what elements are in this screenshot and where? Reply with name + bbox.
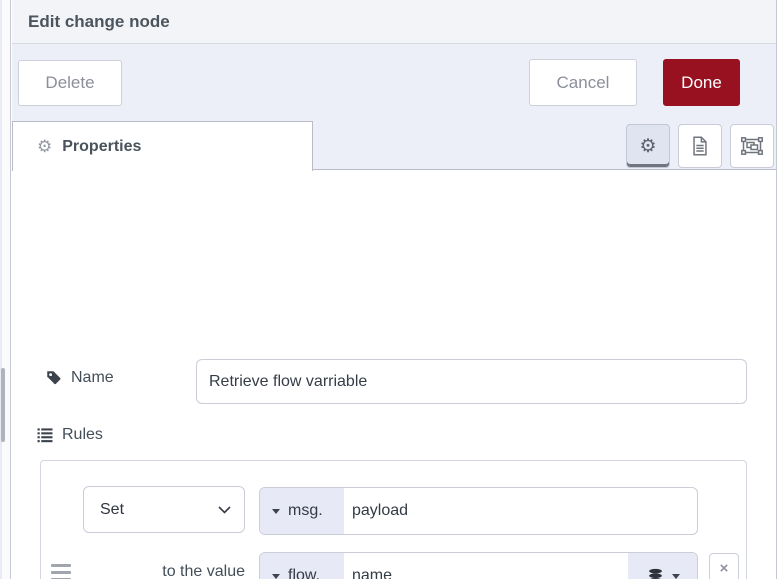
store-select-button[interactable] [628, 553, 697, 579]
tab-icon-buttons: ⚙ [626, 124, 774, 168]
rule-to-label: to the value [162, 563, 245, 579]
screen: Edit change node Delete Cancel Done ⚙ Pr… [0, 0, 781, 579]
rule-value-type-button[interactable]: flow. [260, 553, 344, 579]
tab-bar: ⚙ Properties ⚙ [12, 118, 776, 171]
name-label: Name [45, 369, 114, 387]
tab-button-appearance[interactable] [730, 124, 774, 168]
rule-target-type-button[interactable]: msg. [260, 488, 344, 534]
delete-button[interactable]: Delete [18, 60, 122, 106]
rule-action-select[interactable]: Set [83, 486, 245, 533]
gear-icon: ⚙ [639, 135, 657, 157]
tab-button-properties[interactable]: ⚙ [626, 124, 670, 168]
rules-label: Rules [36, 426, 103, 444]
tag-icon [45, 369, 63, 387]
dialog-title: Edit change node [28, 11, 170, 31]
database-icon [646, 567, 665, 579]
rule-target-value: payload [352, 502, 409, 519]
document-icon [689, 135, 711, 157]
tab-properties[interactable]: ⚙ Properties [12, 121, 313, 171]
rule-value-input[interactable]: flow. name memory [259, 552, 698, 579]
caret-down-icon [272, 573, 280, 579]
rule-target-type-label: msg. [288, 502, 323, 519]
workspace-edge [0, 0, 11, 579]
rule-remove-button[interactable]: × [709, 553, 739, 579]
tab-properties-label: Properties [62, 137, 142, 155]
tray-toolbar: Delete Cancel Done [12, 44, 776, 118]
rule-value-value: name [352, 567, 393, 579]
rule-action-value: Set [100, 500, 125, 518]
cancel-button[interactable]: Cancel [529, 59, 637, 106]
rule-value-type-label: flow. [288, 567, 321, 579]
name-input[interactable] [196, 359, 747, 404]
object-group-icon [740, 134, 764, 158]
scrollbar-thumb[interactable] [1, 368, 5, 442]
chevron-down-icon [218, 505, 231, 514]
done-button[interactable]: Done [663, 59, 740, 106]
name-label-text: Name [71, 369, 114, 386]
caret-down-icon [272, 508, 280, 514]
tab-button-description[interactable] [678, 124, 722, 168]
rules-label-text: Rules [62, 426, 103, 443]
caret-down-icon [671, 573, 680, 579]
properties-form: Name Rules Set [12, 170, 776, 579]
edit-change-node-tray: Edit change node Delete Cancel Done ⚙ Pr… [12, 0, 777, 579]
tray-header: Edit change node [12, 0, 776, 44]
gear-icon: ⚙ [37, 137, 53, 156]
list-icon [36, 426, 54, 444]
rule-target-input[interactable]: msg. payload [259, 487, 698, 535]
rule-container: Set msg. payload to the value flow. name… [40, 460, 747, 579]
